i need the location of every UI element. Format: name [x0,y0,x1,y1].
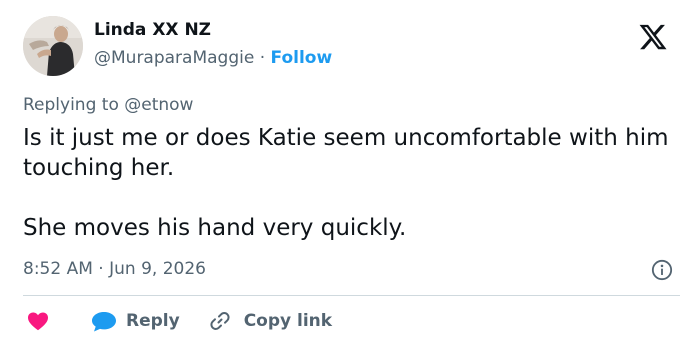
tweet-date: Jun 9, 2026 [109,259,206,279]
like-button[interactable] [26,309,50,333]
action-bar: Reply Copy link [26,309,332,333]
author-block: Linda XX NZ @MuraparaMaggie · Follow [94,18,332,70]
timestamp-separator: · [98,259,104,279]
author-handle-row: @MuraparaMaggie · Follow [94,46,332,70]
avatar[interactable] [23,16,83,76]
info-icon[interactable] [651,259,673,281]
copy-link-button[interactable]: Copy link [208,309,332,333]
x-logo-icon[interactable] [638,22,668,52]
handle-separator: · [259,48,266,68]
tweet-text: Is it just me or does Katie seem uncomfo… [23,123,673,243]
tweet-paragraph: Is it just me or does Katie seem uncomfo… [23,125,669,181]
author-display-name[interactable]: Linda XX NZ [94,18,332,42]
divider [23,295,680,296]
follow-button[interactable]: Follow [271,48,333,68]
copy-link-label: Copy link [243,311,333,331]
author-handle[interactable]: @MuraparaMaggie [94,48,254,68]
avatar-photo [23,16,83,76]
tweet-timestamp[interactable]: 8:52 AM · Jun 9, 2026 [23,257,206,281]
reply-button[interactable]: Reply [90,309,180,333]
reply-bubble-icon [92,312,116,332]
link-icon [210,312,230,330]
tweet-time: 8:52 AM [23,259,93,279]
reply-label: Reply [126,311,180,331]
heart-icon [28,312,48,331]
tweet-paragraph: She moves his hand very quickly. [23,215,407,241]
replying-to-label: Replying to @etnow [23,95,194,115]
